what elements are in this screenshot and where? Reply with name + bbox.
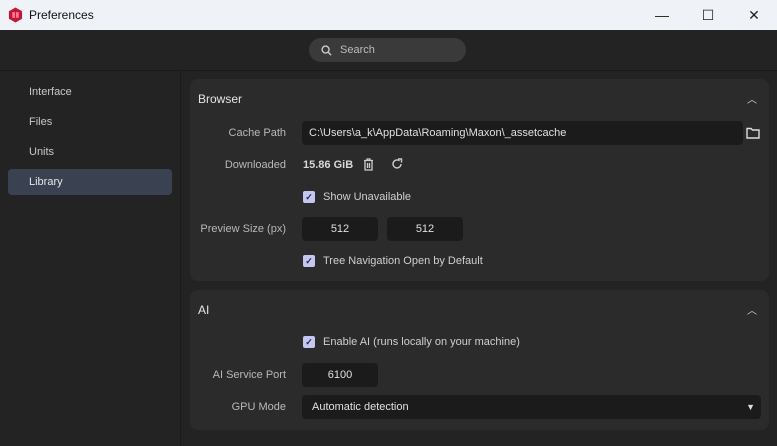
trash-icon[interactable] bbox=[363, 158, 374, 171]
browser-section: Browser ︿ Cache Path C:\Users\a_k\AppDat… bbox=[190, 79, 769, 281]
refresh-icon[interactable] bbox=[391, 158, 403, 170]
dropdown-arrow-icon: ▼ bbox=[746, 402, 755, 412]
sidebar-item-library[interactable]: Library bbox=[8, 169, 172, 195]
preview-size-label: Preview Size (px) bbox=[200, 223, 286, 235]
collapse-chevron-icon[interactable]: ︿ bbox=[747, 91, 757, 106]
ai-port-label: AI Service Port bbox=[212, 369, 286, 381]
search-placeholder: Search bbox=[340, 44, 375, 56]
enable-ai-checkbox[interactable]: ✓ bbox=[303, 336, 315, 348]
window-title: Preferences bbox=[29, 8, 94, 22]
section-title: Browser bbox=[198, 92, 243, 106]
gpu-mode-value: Automatic detection bbox=[312, 401, 409, 413]
sidebar: Interface Files Units Library bbox=[0, 71, 181, 446]
show-unavailable-label: Show Unavailable bbox=[323, 191, 412, 203]
title-bar: Preferences — ☐ ✕ bbox=[0, 0, 777, 30]
preview-height-input[interactable]: 512 bbox=[387, 217, 463, 241]
cache-path-label: Cache Path bbox=[228, 127, 286, 139]
cache-path-input[interactable]: C:\Users\a_k\AppData\Roaming\Maxon\_asse… bbox=[302, 121, 743, 145]
search-icon bbox=[321, 44, 332, 56]
show-unavailable-checkbox[interactable]: ✓ bbox=[303, 191, 315, 203]
folder-icon[interactable] bbox=[746, 127, 760, 139]
tree-nav-checkbox[interactable]: ✓ bbox=[303, 255, 315, 267]
search-input[interactable]: Search bbox=[309, 38, 466, 62]
downloaded-label: Downloaded bbox=[224, 159, 286, 171]
section-title: AI bbox=[198, 303, 210, 317]
app-logo-icon bbox=[8, 7, 23, 23]
preview-width-input[interactable]: 512 bbox=[302, 217, 378, 241]
collapse-chevron-icon[interactable]: ︿ bbox=[747, 302, 757, 317]
downloaded-size: 15.86 GiB bbox=[303, 159, 354, 171]
ai-section: AI ︿ ✓ Enable AI (runs locally on your m… bbox=[190, 290, 769, 430]
tree-nav-label: Tree Navigation Open by Default bbox=[323, 255, 483, 267]
sidebar-item-files[interactable]: Files bbox=[8, 109, 172, 135]
sidebar-item-interface[interactable]: Interface bbox=[8, 79, 172, 105]
top-bar: Search bbox=[0, 30, 777, 71]
enable-ai-label: Enable AI (runs locally on your machine) bbox=[323, 336, 520, 348]
gpu-mode-select[interactable]: Automatic detection ▼ bbox=[302, 395, 761, 419]
minimize-button[interactable]: — bbox=[639, 0, 685, 30]
maximize-button[interactable]: ☐ bbox=[685, 0, 731, 30]
ai-port-input[interactable]: 6100 bbox=[302, 363, 378, 387]
gpu-mode-label: GPU Mode bbox=[231, 401, 286, 413]
close-button[interactable]: ✕ bbox=[731, 0, 777, 30]
sidebar-item-units[interactable]: Units bbox=[8, 139, 172, 165]
